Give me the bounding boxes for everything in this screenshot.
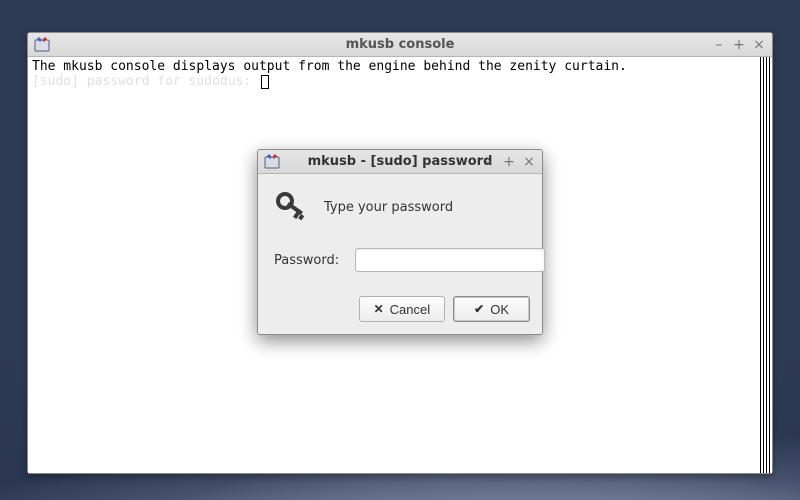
password-field-row: Password:: [274, 248, 526, 272]
maximize-button[interactable]: +: [732, 37, 746, 53]
app-icon: [34, 37, 50, 53]
app-icon: [264, 154, 280, 170]
dialog-button-row: ✕ Cancel ✔ OK: [258, 296, 542, 334]
console-title: mkusb console: [28, 37, 772, 52]
key-icon: [274, 188, 308, 226]
close-button[interactable]: ×: [752, 37, 766, 53]
console-titlebar[interactable]: mkusb console – + ×: [28, 33, 772, 57]
ok-icon: ✔: [474, 302, 484, 316]
password-dialog: mkusb - [sudo] password – + ×: [257, 149, 543, 335]
ok-button-label: OK: [490, 302, 509, 317]
close-button[interactable]: ×: [522, 154, 536, 170]
console-scroll-region: [760, 57, 772, 473]
dialog-titlebar[interactable]: mkusb - [sudo] password – + ×: [258, 150, 542, 174]
console-window-controls: – + ×: [712, 37, 766, 53]
console-line-1: The mkusb console displays output from t…: [32, 59, 627, 74]
cancel-button-label: Cancel: [390, 302, 430, 317]
console-line-2: [sudo] password for sudodus:: [32, 74, 251, 89]
password-input[interactable]: [355, 248, 545, 272]
console-caret: [261, 75, 269, 89]
maximize-button[interactable]: +: [502, 154, 516, 170]
dialog-content: Type your password Password:: [258, 174, 542, 296]
minimize-button[interactable]: –: [482, 154, 496, 170]
ok-button[interactable]: ✔ OK: [453, 296, 530, 322]
desktop-background: mkusb console – + × The mkusb console di…: [0, 0, 800, 500]
dialog-window-controls: – + ×: [482, 154, 536, 170]
minimize-button[interactable]: –: [712, 37, 726, 53]
cancel-icon: ✕: [374, 302, 384, 316]
dialog-prompt: Type your password: [324, 200, 453, 215]
dialog-header: Type your password: [274, 188, 526, 226]
cancel-button[interactable]: ✕ Cancel: [359, 296, 446, 322]
password-label: Password:: [274, 253, 339, 268]
